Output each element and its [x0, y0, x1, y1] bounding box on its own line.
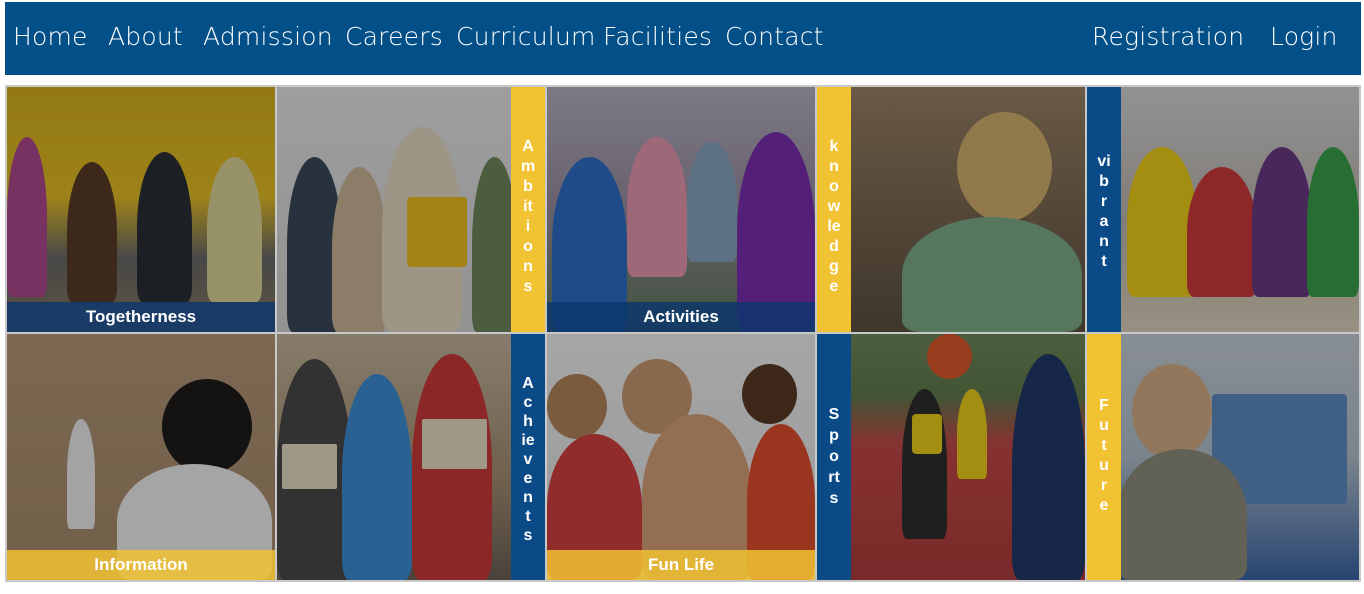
- strip-future: Future: [1087, 334, 1121, 580]
- label-vibrant: vibrant: [1097, 153, 1111, 270]
- tile-vibrant[interactable]: vibrant: [1087, 87, 1359, 332]
- caption-togetherness: Togetherness: [7, 302, 275, 332]
- nav-contact[interactable]: Contact: [725, 2, 824, 72]
- caption-funlife: Fun Life: [547, 550, 815, 580]
- tile-ambitions[interactable]: Ambitions: [277, 87, 545, 332]
- label-achievents: Achievents: [521, 375, 535, 544]
- strip-sports: Sports: [817, 334, 851, 580]
- strip-vibrant: vibrant: [1087, 87, 1121, 332]
- tile-knowledge[interactable]: knowledge: [817, 87, 1085, 332]
- nav-facilities[interactable]: Facilities: [603, 2, 712, 72]
- nav-careers[interactable]: Careers: [345, 2, 443, 72]
- label-knowledge: knowledge: [827, 138, 841, 295]
- tile-information[interactable]: Information: [7, 334, 275, 580]
- nav-admission[interactable]: Admission: [203, 2, 333, 72]
- strip-ambitions: Ambitions: [511, 87, 545, 332]
- tile-activities[interactable]: Activities: [547, 87, 815, 332]
- nav-registration[interactable]: Registration: [1092, 2, 1244, 72]
- tile-funlife[interactable]: Fun Life: [547, 334, 815, 580]
- nav-about[interactable]: About: [108, 2, 183, 72]
- strip-achievents: Achievents: [511, 334, 545, 580]
- caption-activities: Activities: [547, 302, 815, 332]
- photo-gallery-grid: Togetherness Ambitions Activities knowle…: [5, 85, 1361, 582]
- label-sports: Sports: [828, 406, 840, 507]
- nav-login[interactable]: Login: [1270, 2, 1338, 72]
- top-navigation-bar: Home About Admission Careers Curriculum …: [5, 2, 1361, 75]
- tile-achievents[interactable]: Achievents: [277, 334, 545, 580]
- nav-home[interactable]: Home: [13, 2, 88, 72]
- caption-information: Information: [7, 550, 275, 580]
- tile-future[interactable]: Future: [1087, 334, 1359, 580]
- strip-knowledge: knowledge: [817, 87, 851, 332]
- tile-togetherness[interactable]: Togetherness: [7, 87, 275, 332]
- tile-sports[interactable]: Sports: [817, 334, 1085, 580]
- label-ambitions: Ambitions: [521, 138, 536, 295]
- label-future: Future: [1099, 397, 1109, 514]
- nav-curriculum[interactable]: Curriculum: [456, 2, 596, 72]
